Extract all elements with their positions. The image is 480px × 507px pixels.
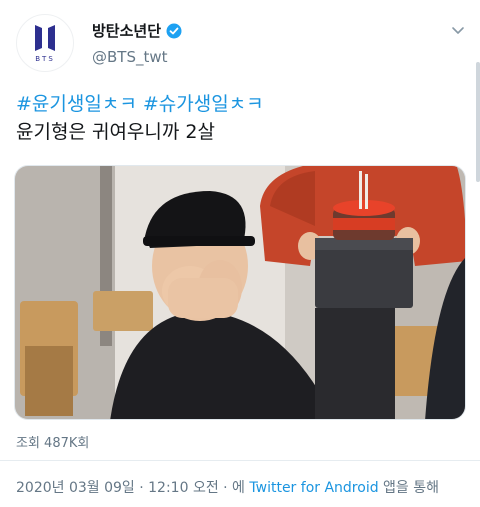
hashtag-link[interactable]: #윤기생일ㅊㅋ: [16, 93, 137, 115]
hashtag-line: #윤기생일ㅊㅋ #슈가생일ㅊㅋ: [16, 90, 466, 118]
profile-avatar[interactable]: BTS: [16, 14, 74, 72]
bts-logo-icon: [35, 25, 55, 51]
hashtag-link[interactable]: #슈가생일ㅊㅋ: [143, 93, 264, 115]
logo-text: BTS: [35, 55, 55, 63]
view-count: 조회 487K회: [16, 436, 90, 451]
timestamp[interactable]: 2020년 03월 09일 · 12:10 오전 · 에: [16, 480, 245, 496]
chevron-down-icon[interactable]: [450, 22, 466, 38]
video-thumbnail-image: [15, 166, 465, 419]
tweet-body: #윤기생일ㅊㅋ #슈가생일ㅊㅋ 윤기형은 귀여우니까 2살: [16, 90, 466, 146]
tweet-metadata: 2020년 03월 09일 · 12:10 오전 · 에 Twitter for…: [16, 477, 439, 497]
video-thumbnail[interactable]: [14, 165, 466, 420]
source-suffix: 앱을 통해: [383, 480, 440, 496]
tweet-header: BTS 방탄소년단 @BTS_twt: [0, 0, 480, 80]
divider: [0, 460, 480, 461]
name-row: 방탄소년단: [92, 20, 182, 41]
tweet-text: 윤기형은 귀여우니까 2살: [16, 121, 215, 143]
scrollbar[interactable]: [476, 62, 480, 182]
verified-badge-icon: [166, 23, 182, 38]
user-handle[interactable]: @BTS_twt: [92, 48, 168, 66]
display-name[interactable]: 방탄소년단: [92, 20, 161, 41]
source-link[interactable]: Twitter for Android: [249, 480, 378, 496]
